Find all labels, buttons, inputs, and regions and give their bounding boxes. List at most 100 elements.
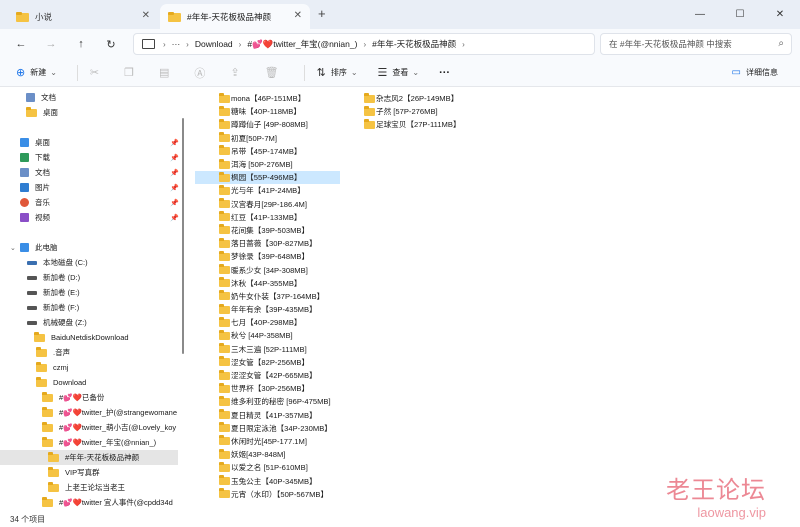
file-item[interactable]: 子然 [57P-276MB] xyxy=(340,105,480,118)
file-item[interactable]: 光与年【41P-24MB】 xyxy=(195,184,340,197)
sidebar-item-drive-c[interactable]: 本地磁盘 (C:) xyxy=(27,255,88,270)
cut-button[interactable]: ✂ xyxy=(90,66,104,79)
sidebar-item-drive-e[interactable]: 新加卷 (E:) xyxy=(27,285,80,300)
file-item[interactable]: 夏日精灵【41P-357MB】 xyxy=(195,409,340,422)
forward-arrow-icon[interactable]: → xyxy=(36,38,66,50)
new-tab-icon[interactable]: + xyxy=(318,6,326,21)
new-button[interactable]: ⊕ 新建 ⌄ xyxy=(16,66,57,79)
file-item[interactable]: 梦徐录【39P-648MB】 xyxy=(195,250,340,263)
breadcrumb-download[interactable]: Download xyxy=(195,39,233,49)
back-arrow-icon[interactable]: ← xyxy=(6,38,36,50)
sidebar-item-desktop-top[interactable]: 桌面 xyxy=(26,105,58,120)
sidebar-item-backup[interactable]: #💕❤️已备份 xyxy=(42,390,104,405)
sidebar-item-videos[interactable]: 视频 xyxy=(20,210,50,225)
breadcrumb-nnian[interactable]: #💕❤️twitter_年宝(@nnian_) xyxy=(247,38,357,50)
file-item[interactable]: 元宵（水印）【50P-567MB】 xyxy=(195,488,340,501)
file-item[interactable]: mona【46P-151MB】 xyxy=(195,92,340,105)
file-item[interactable]: 初夏[50P-7M] xyxy=(195,132,340,145)
sidebar-item-drive-f[interactable]: 新加卷 (F:) xyxy=(27,300,79,315)
address-bar[interactable]: › ··· › Download › #💕❤️twitter_年宝(@nnian… xyxy=(133,33,595,55)
tab-novel[interactable]: 小说 ✕ xyxy=(8,4,158,29)
minimize-icon[interactable]: — xyxy=(680,0,720,29)
pin-icon[interactable]: 📌 xyxy=(170,139,179,147)
file-name: 糖味【40P-118MB】 xyxy=(231,107,301,117)
file-item[interactable]: 蹲蹲仙子 [49P-808MB] xyxy=(195,118,340,131)
sidebar-item-current-folder[interactable]: #年年-天花板极品神颜 xyxy=(0,450,178,465)
file-item[interactable]: 涩女管【82P-256MB】 xyxy=(195,356,340,369)
sidebar-item-czmj[interactable]: czmj xyxy=(36,360,68,375)
sidebar-item-twitter-cpdd[interactable]: #💕❤️twitter 宜人事件(@cpdd34d xyxy=(42,495,173,510)
refresh-icon[interactable]: ↻ xyxy=(96,38,126,51)
sidebar-item-audio[interactable]: .音声 xyxy=(36,345,70,360)
pin-icon[interactable]: 📌 xyxy=(170,184,179,192)
sort-button[interactable]: ⇅ 排序 ⌄ xyxy=(317,66,358,79)
pin-icon[interactable]: 📌 xyxy=(170,214,179,222)
sidebar-item-documents-top[interactable]: 文档 xyxy=(26,90,56,105)
view-button[interactable]: ☰ 查看 ⌄ xyxy=(378,66,420,79)
sidebar-item-baidu[interactable]: BaiduNetdiskDownload xyxy=(34,330,129,345)
details-pane-button[interactable]: ▭ 详细信息 xyxy=(732,67,778,78)
file-item[interactable]: 洱海 [50P-276MB] xyxy=(195,158,340,171)
sidebar-item-vip[interactable]: VIP写真群 xyxy=(48,465,100,480)
file-item[interactable]: 沐秋【44P-355MB】 xyxy=(195,277,340,290)
sidebar-item-twitter-strange[interactable]: #💕❤️twitter_护(@strangewomane xyxy=(42,405,177,420)
file-item[interactable]: 足球宝贝【27P-111MB】 xyxy=(340,118,480,131)
pin-icon[interactable]: 📌 xyxy=(170,199,179,207)
file-item[interactable]: 七月【40P-298MB】 xyxy=(195,316,340,329)
file-item[interactable]: 涩涩女管【42P-665MB】 xyxy=(195,369,340,382)
sidebar-item-documents[interactable]: 文档 xyxy=(20,165,50,180)
sidebar-item-pictures[interactable]: 图片 xyxy=(20,180,50,195)
pin-icon[interactable]: 📌 xyxy=(170,154,179,162)
share-button[interactable]: ⇪ xyxy=(230,66,244,79)
file-item[interactable]: 维多利亚的秘密 [96P-475MB] xyxy=(195,395,340,408)
sidebar-item-downloads[interactable]: 下载 xyxy=(20,150,50,165)
copy-button[interactable]: ❐ xyxy=(124,66,139,79)
file-item[interactable]: 汉宫春月[29P-186.4M] xyxy=(195,198,340,211)
file-item[interactable]: 以爱之名 [51P-610MB] xyxy=(195,461,340,474)
file-item[interactable]: 花间集【39P-503MB】 xyxy=(195,224,340,237)
file-item[interactable]: 奶牛女仆装【37P-164MB】 xyxy=(195,290,340,303)
pin-icon[interactable]: 📌 xyxy=(170,169,179,177)
file-item[interactable]: 妖姬[43P-848M] xyxy=(195,448,340,461)
rename-button[interactable]: Ⓐ xyxy=(194,65,210,81)
close-tab-icon[interactable]: ✕ xyxy=(294,10,302,21)
file-item[interactable]: 糖味【40P-118MB】 xyxy=(195,105,340,118)
file-item[interactable]: 杂志风2【26P-149MB】 xyxy=(340,92,480,105)
sidebar-item-this-pc[interactable]: 此电脑 xyxy=(20,240,58,255)
sidebar-scrollbar[interactable] xyxy=(182,118,184,354)
file-item[interactable]: 吊带【45P-174MB】 xyxy=(195,145,340,158)
file-item[interactable]: 红豆【41P-133MB】 xyxy=(195,211,340,224)
sidebar-item-laowang[interactable]: 上老王论坛当老王 xyxy=(48,480,125,495)
sidebar-item-drive-z[interactable]: 机械硬盘 (Z:) xyxy=(27,315,87,330)
close-tab-icon[interactable]: ✕ xyxy=(142,10,150,21)
file-item[interactable]: 世界杯【30P-256MB】 xyxy=(195,382,340,395)
sidebar-item-drive-d[interactable]: 新加卷 (D:) xyxy=(27,270,80,285)
up-arrow-icon[interactable]: ↑ xyxy=(66,38,96,50)
chevron-down-icon[interactable]: ⌄ xyxy=(10,244,16,252)
sidebar-item-twitter-nnian[interactable]: #💕❤️twitter_年宝(@nnian_) xyxy=(42,435,156,450)
tab-current[interactable]: #年年-天花板极品神颜 ✕ xyxy=(160,4,310,29)
folder-icon xyxy=(36,361,47,372)
paste-button[interactable]: ▤ xyxy=(159,66,174,79)
file-item[interactable]: 年年有余【39P-435MB】 xyxy=(195,303,340,316)
more-options-button[interactable]: ··· xyxy=(439,67,450,79)
delete-button[interactable]: 🗑 xyxy=(265,66,284,79)
maximize-icon[interactable]: ☐ xyxy=(720,0,760,29)
sidebar-item-twitter-lovely[interactable]: #💕❤️twitter_萌小吉(@Lovely_koy xyxy=(42,420,176,435)
file-item[interactable]: 落日蔷薇【30P-827MB】 xyxy=(195,237,340,250)
breadcrumb-current[interactable]: #年年-天花板极品神颜 xyxy=(372,38,456,50)
file-item[interactable]: 暖系少女 [34P-308MB] xyxy=(195,263,340,276)
breadcrumb-overflow[interactable]: ··· xyxy=(172,39,181,49)
file-item[interactable]: 三木三遍 [52P-111MB] xyxy=(195,343,340,356)
sidebar-item-desktop[interactable]: 桌面 xyxy=(20,135,50,150)
file-item[interactable]: 枫园【55P-496MB】 xyxy=(195,171,340,185)
file-item[interactable]: 玉兔公主【40P-345MB】 xyxy=(195,474,340,487)
sidebar-item-music[interactable]: 音乐 xyxy=(20,195,50,210)
file-name: 吊带【45P-174MB】 xyxy=(231,146,302,156)
close-window-icon[interactable]: ✕ xyxy=(760,0,800,29)
file-item[interactable]: 秋兮 [44P-358MB] xyxy=(195,329,340,342)
search-input[interactable]: 在 #年年-天花板极品神颜 中搜索 ⌕ xyxy=(600,33,792,55)
file-item[interactable]: 休闲时光[45P-177.1M] xyxy=(195,435,340,448)
sidebar-item-download[interactable]: Download xyxy=(36,375,86,390)
file-item[interactable]: 夏日限定泳池【34P-230MB】 xyxy=(195,422,340,435)
